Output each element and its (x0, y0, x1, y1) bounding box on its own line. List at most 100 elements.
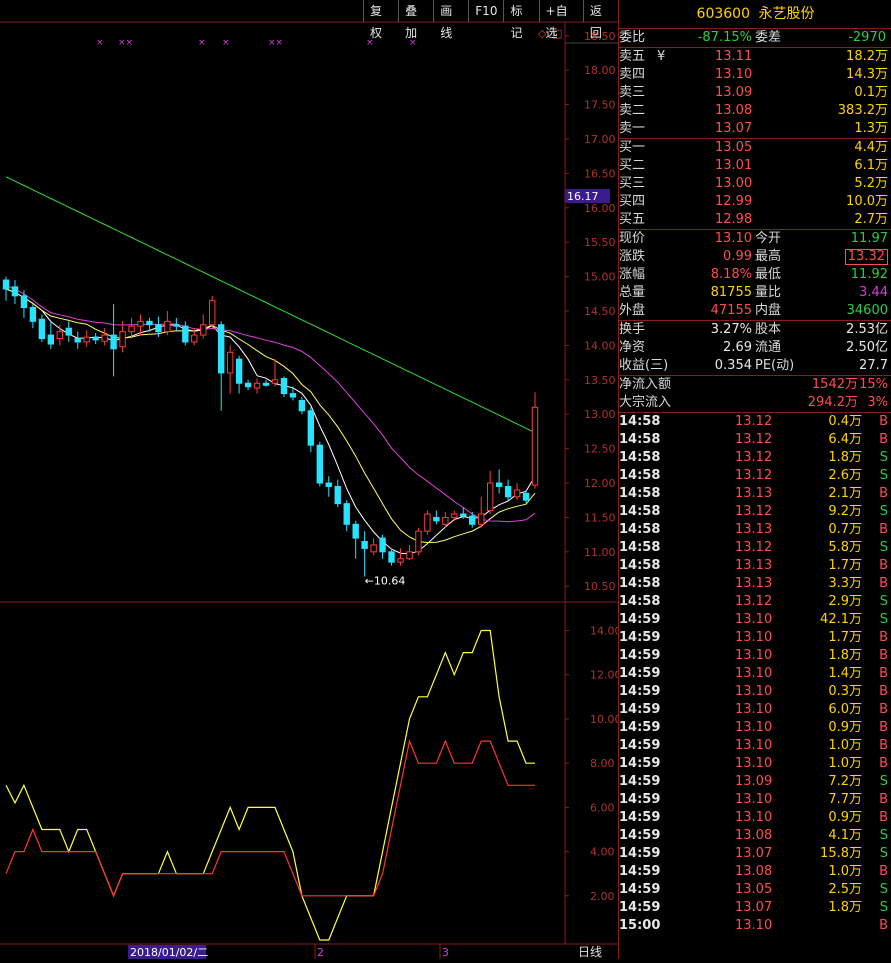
candle-body (415, 530, 422, 553)
toolbar-btn-2[interactable]: 画线 (433, 0, 468, 40)
candle-body (110, 334, 117, 350)
tick-row: 14:59 13.08 4.1万 S (619, 827, 891, 845)
book-price: 13.00 (715, 176, 753, 191)
tick-row: 14:59 13.05 2.5万 S (619, 881, 891, 899)
toolbar-btn-0[interactable]: 复权 (363, 0, 398, 40)
tick-list[interactable]: 14:58 13.12 0.4万 B 14:58 13.12 6.4万 B 14:58 13.12… (619, 413, 891, 935)
tick-side: B (879, 558, 888, 573)
quote-value: 11.92 (850, 267, 888, 282)
weibi-row: 委比 -87.15% 委差 -2970 (619, 29, 891, 48)
tick-time: 14:59 (619, 756, 661, 771)
buy-row: 买一 13.05 4.4万 (619, 139, 891, 157)
tick-side: S (879, 540, 888, 555)
toolbar-btn-4[interactable]: 标记 (503, 0, 538, 40)
quote-value: 47155 (710, 303, 752, 318)
tick-volume: 15.8万 (820, 846, 862, 861)
date-label-3: 3 (442, 946, 449, 959)
quote-value: 81755 (710, 285, 752, 300)
sell-book: 卖五 ¥13.11 18.2万 卖四 13.10 14.3万 卖三 13.09 0.1万 卖二 13… (619, 48, 891, 139)
candle-body (280, 377, 288, 395)
tick-side: B (879, 864, 888, 879)
candle-body (209, 300, 216, 326)
tick-time: 14:58 (619, 414, 661, 429)
price-axis-label: 16.00 (584, 202, 616, 215)
tick-time: 14:58 (619, 594, 661, 609)
fund-label: 流通 (755, 340, 782, 355)
tick-volume: 0.7万 (828, 522, 862, 537)
candle-body (513, 489, 521, 498)
weibi-value: -87.15% (697, 30, 752, 45)
candle-body (504, 485, 512, 498)
tick-time: 14:59 (619, 612, 661, 627)
ma10-line (5, 288, 536, 544)
price-axis-label: 17.50 (584, 99, 616, 112)
tick-side: B (879, 756, 888, 771)
tick-side: B (879, 792, 888, 807)
candle-body (217, 324, 225, 374)
tick-row: 14:59 13.10 1.0万 B (619, 737, 891, 755)
tick-time: 14:59 (619, 846, 661, 861)
tick-volume: 42.1万 (820, 612, 862, 627)
buy-book: 买一 13.05 4.4万 买二 13.01 6.1万 买三 13.00 5.2万 买四 12.99… (619, 139, 891, 230)
book-volume: 6.1万 (854, 158, 888, 173)
tick-volume: 3.3万 (828, 576, 862, 591)
tick-price: 13.10 (735, 756, 773, 771)
kline-chart-area[interactable]: ←10.64 18.50 18.00 17.50 17.00 16.50 16.00 15.… (0, 0, 622, 959)
ind-axis-label: 6.00 (590, 801, 615, 814)
toolbar-btn-5[interactable]: +自选 (538, 0, 583, 40)
tick-time: 14:59 (619, 828, 661, 843)
indicator-yellow-line (5, 629, 535, 941)
toolbar-btn-3[interactable]: F10 (468, 0, 503, 22)
tick-row: 15:00 13.10 B (619, 917, 891, 935)
tick-volume: 2.1万 (828, 486, 862, 501)
tick-volume: 6.4万 (828, 432, 862, 447)
ind-axis-label: 4.00 (590, 846, 615, 859)
kline-chart[interactable]: ←10.64 18.5018.0017.5017.0016.5016.0015.… (0, 0, 622, 959)
book-label: 卖二 (619, 103, 646, 118)
fund-label: 收益(三) (619, 358, 669, 373)
tick-side: B (879, 522, 888, 537)
candle-body (397, 558, 404, 563)
candle-body (486, 482, 494, 512)
toolbar-btn-1[interactable]: 叠加 (398, 0, 433, 40)
candle-body (289, 393, 297, 398)
candle-body (244, 382, 252, 388)
signal-mark: ×× (118, 38, 133, 48)
quote-label: 现价 (619, 231, 646, 246)
signal-mark: × (198, 38, 206, 48)
tick-time: 14:58 (619, 576, 661, 591)
tick-row: 14:59 13.10 0.3万 B (619, 683, 891, 701)
candle-body (307, 410, 315, 446)
tick-time: 14:59 (619, 720, 661, 735)
candle-body (74, 338, 81, 343)
quote-value: 8.18% (710, 267, 752, 282)
price-axis-label: 13.50 (584, 374, 616, 387)
tick-time: 14:58 (619, 540, 661, 555)
tick-price: 13.10 (735, 666, 773, 681)
flow-row: 净流入额 1542万 15% (619, 376, 891, 394)
tick-side: S (879, 450, 888, 465)
tick-row: 14:58 13.12 5.8万 S (619, 539, 891, 557)
tick-time: 14:59 (619, 684, 661, 699)
candle-body (451, 513, 458, 518)
fund-label: 换手 (619, 322, 646, 337)
price-marker: 16.17 (567, 190, 599, 203)
price-axis-label: 10.50 (584, 580, 616, 593)
tick-row: 14:58 13.12 0.4万 B (619, 413, 891, 431)
tick-price: 13.07 (735, 900, 773, 915)
quote-row: 涨幅 8.18% 最低 11.92 (619, 266, 891, 284)
tick-row: 14:59 13.10 7.7万 B (619, 791, 891, 809)
fundamentals: 换手 3.27% 股本 2.53亿 净资 2.69 流通 2.50亿 收益(三) 0.354 PE(… (619, 321, 891, 376)
tick-row: 14:59 13.07 1.8万 S (619, 899, 891, 917)
tick-volume: 7.2万 (828, 774, 862, 789)
toolbar-btn-6[interactable]: 返回 (582, 0, 618, 40)
tick-time: 14:59 (619, 774, 661, 789)
candle-body (2, 279, 10, 290)
tick-row: 14:58 13.12 6.4万 B (619, 431, 891, 449)
weibi-label: 委比 (619, 30, 646, 45)
tick-side: S (879, 468, 888, 483)
tick-price: 13.09 (735, 774, 773, 789)
book-volume: 5.2万 (854, 176, 888, 191)
tick-price: 13.10 (735, 810, 773, 825)
stock-header: 603600 永艺股份 (619, 0, 891, 29)
